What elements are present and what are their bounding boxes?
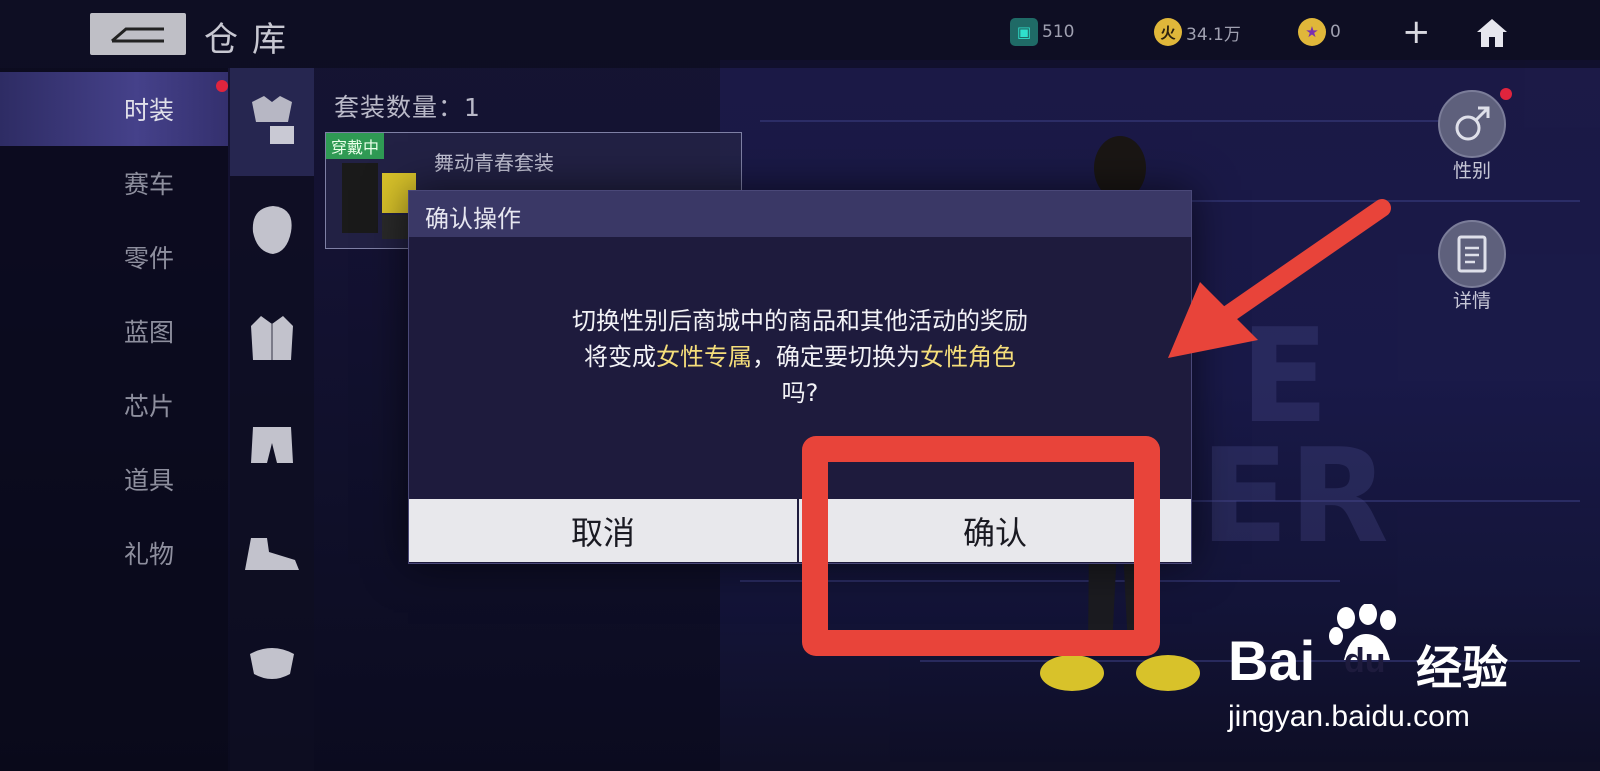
subcategory-shoes[interactable] [230, 500, 314, 608]
sidebar-item-items[interactable]: 道具 [0, 442, 228, 516]
jacket-icon [251, 316, 293, 360]
coupon-value: 510 [1042, 22, 1075, 42]
watermark-url: jingyan.baidu.com [1228, 700, 1470, 733]
watermark-brand-cn: 经验 [1416, 642, 1508, 694]
suit-icon [252, 96, 294, 144]
sidebar-item-label: 道具 [124, 466, 175, 495]
mask-icon [250, 648, 294, 679]
suit-count-label: 套装数量：1 [334, 93, 481, 122]
back-arrow-icon [111, 27, 164, 43]
resource-coupon[interactable]: ▣ 510 [1010, 18, 1074, 46]
sidebar-item-label: 时装 [124, 96, 175, 125]
resource-star-coin[interactable]: ★ 0 [1298, 18, 1341, 46]
back-button[interactable] [90, 13, 186, 55]
coin-icon: 火 [1154, 18, 1182, 46]
sidebar-item-label: 蓝图 [124, 318, 175, 347]
star-coin-value: 0 [1330, 22, 1341, 42]
baidu-watermark: Bai du 经验 jingyan.baidu.com [1228, 604, 1528, 754]
resource-coin[interactable]: 火 34.1万 [1154, 18, 1241, 46]
male-symbol-icon [1455, 106, 1490, 141]
cancel-button[interactable]: 取消 [409, 499, 797, 562]
sidebar-item-parts[interactable]: 零件 [0, 220, 228, 294]
shoes-icon [245, 538, 299, 570]
subcategory-jacket[interactable] [230, 284, 314, 392]
sidebar-item-label: 零件 [124, 244, 175, 273]
dialog-message: 切换性别后商城中的商品和其他活动的奖励将变成女性专属，确定要切换为女性角色吗? [469, 303, 1131, 411]
suit-name: 舞动青春套装 [434, 151, 554, 175]
message-line-1: 切换性别后商城中的商品和其他活动的奖励 [572, 307, 1028, 335]
wearing-badge: 穿戴中 [326, 133, 385, 159]
sidebar-item-gifts[interactable]: 礼物 [0, 516, 228, 590]
sidebar-item-cars[interactable]: 赛车 [0, 146, 228, 220]
coin-value: 34.1万 [1186, 24, 1241, 45]
sidebar-item-fashion[interactable]: 时装 [0, 72, 228, 146]
sidebar-item-label: 礼物 [124, 540, 175, 569]
star-coin-icon: ★ [1298, 18, 1326, 46]
message-text: 吗? [781, 379, 819, 407]
message-highlight-female-role: 女性角色 [920, 343, 1016, 371]
subcategory-mask[interactable] [230, 608, 314, 716]
top-bar: 仓库 ▣ 510 火 34.1万 ★ 0 + [0, 0, 1600, 68]
message-highlight-female-exclusive: 女性专属 [656, 343, 752, 371]
gender-switch-button[interactable] [1438, 90, 1506, 158]
fashion-subcategory-bar [230, 68, 314, 771]
subcategory-suit[interactable] [230, 68, 314, 176]
document-icon [1457, 235, 1487, 273]
subcategory-shorts[interactable] [230, 392, 314, 500]
sidebar-item-blueprints[interactable]: 蓝图 [0, 294, 228, 368]
notification-dot [1500, 88, 1512, 100]
hair-icon [252, 206, 292, 254]
dialog-header: 确认操作 [409, 191, 1191, 237]
dialog-title: 确认操作 [425, 205, 521, 233]
home-icon[interactable] [1474, 16, 1510, 50]
sidebar-item-label: 芯片 [124, 392, 175, 421]
notification-dot [216, 80, 228, 92]
watermark-brand: Bai [1228, 629, 1316, 692]
details-label: 详情 [1452, 290, 1491, 312]
sidebar-item-chips[interactable]: 芯片 [0, 368, 228, 442]
details-button[interactable] [1438, 220, 1506, 288]
annotation-highlight-box [802, 436, 1160, 656]
category-sidebar: 时装 赛车 零件 蓝图 芯片 道具 礼物 [0, 68, 228, 771]
message-text: 将变成 [584, 343, 656, 371]
message-text: ，确定要切换为 [752, 343, 920, 371]
coupon-icon: ▣ [1010, 18, 1038, 46]
subcategory-hair[interactable] [230, 176, 314, 284]
watermark-brand-du: du [1344, 642, 1386, 680]
sidebar-item-label: 赛车 [124, 170, 175, 199]
gender-label: 性别 [1452, 160, 1491, 182]
shorts-icon [251, 427, 293, 463]
annotation-arrow-icon [1168, 199, 1391, 358]
add-currency-button[interactable]: + [1402, 12, 1431, 52]
page-title: 仓库 [204, 20, 300, 60]
